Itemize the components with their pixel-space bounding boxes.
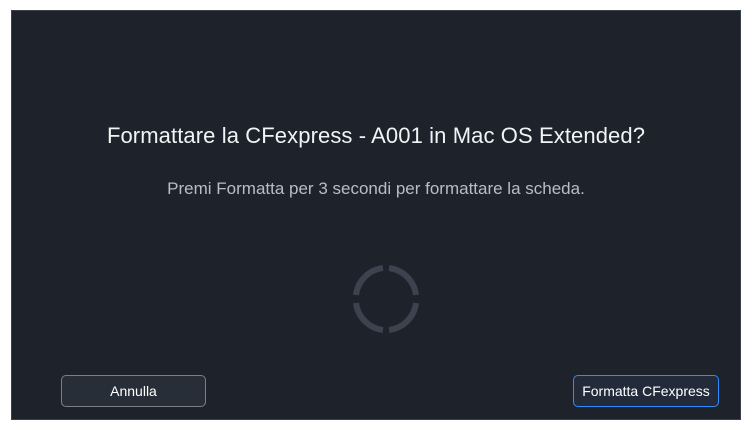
progress-segment-bottom-right xyxy=(388,302,419,333)
progress-segment-top-left xyxy=(353,265,384,296)
progress-segment-top-right xyxy=(388,265,419,296)
format-cfexpress-button[interactable]: Formatta CFexpress xyxy=(573,375,719,407)
progress-segment-bottom-left xyxy=(353,302,384,333)
format-progress-ring xyxy=(353,265,419,333)
format-dialog: Formattare la CFexpress - A001 in Mac OS… xyxy=(11,10,741,420)
dialog-instructions: Premi Formatta per 3 secondi per formatt… xyxy=(167,179,585,198)
dialog-title: Formattare la CFexpress - A001 in Mac OS… xyxy=(106,123,646,148)
cancel-button[interactable]: Annulla xyxy=(61,375,206,407)
